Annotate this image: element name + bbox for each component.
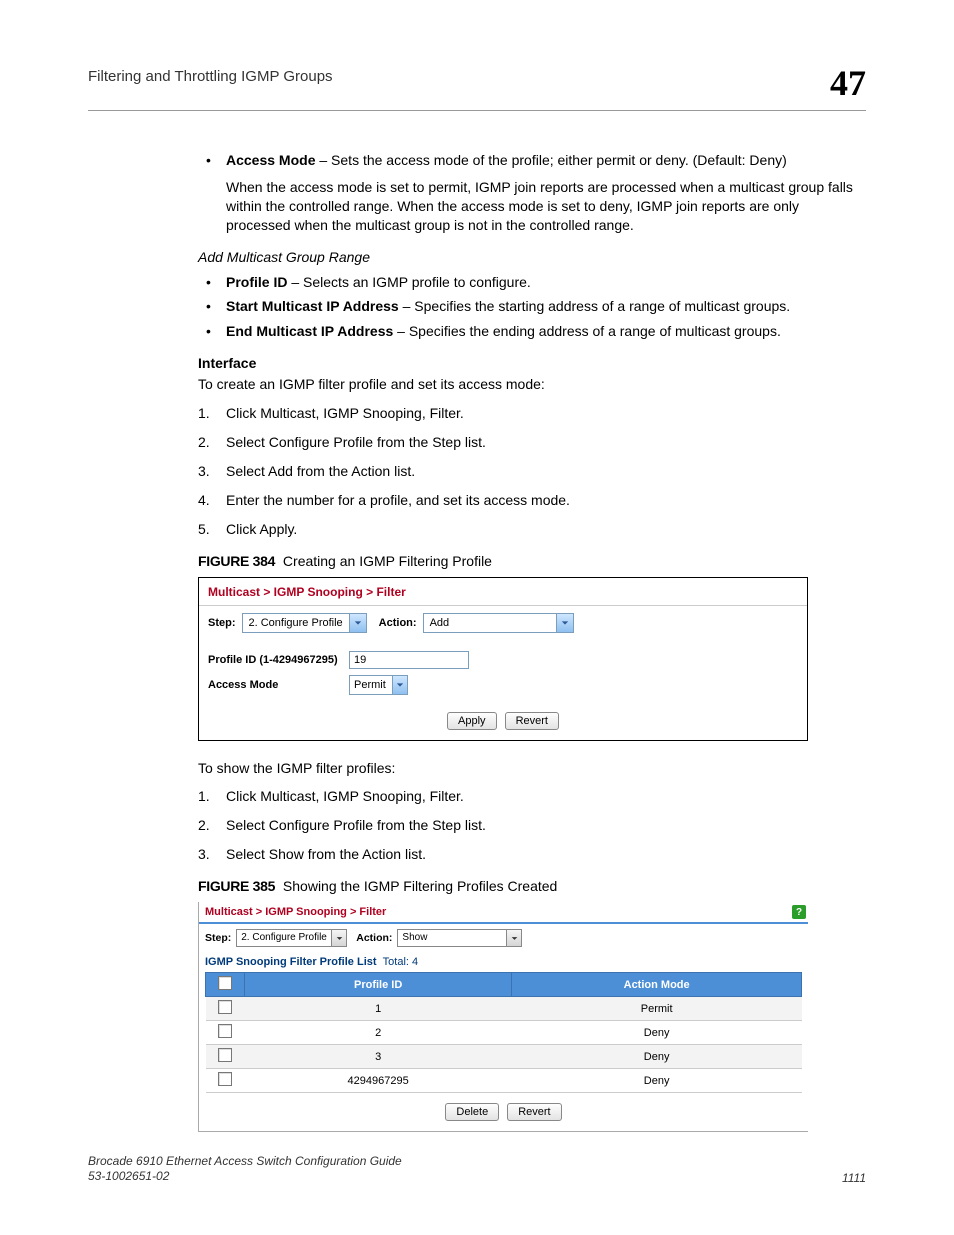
row-checkbox[interactable] — [218, 1072, 232, 1086]
figure-384-caption: FIGURE 384 Creating an IGMP Filtering Pr… — [198, 553, 866, 569]
step1-1: Click Multicast, IGMP Snooping, Filter. — [198, 404, 866, 423]
profile-id-desc: – Selects an IGMP profile to configure. — [287, 274, 530, 290]
start-ip-label: Start Multicast IP Address — [226, 298, 399, 314]
fig385-step-label: Step: — [205, 932, 231, 944]
row-checkbox[interactable] — [218, 1000, 232, 1014]
start-ip-desc: – Specifies the starting address of a ra… — [399, 298, 790, 314]
step2-2: Select Configure Profile from the Step l… — [198, 816, 866, 835]
fig384-action-label: Action: — [379, 617, 417, 629]
interface-heading: Interface — [198, 355, 866, 371]
cell-profile-id: 1 — [245, 997, 512, 1021]
chevron-down-icon — [506, 930, 521, 946]
access-mode-label: Access Mode — [226, 152, 315, 168]
header-title: Filtering and Throttling IGMP Groups — [88, 68, 333, 85]
cell-action-mode: Deny — [512, 1021, 802, 1045]
fig385-table: Profile ID Action Mode 1 Permit 2 Deny 3… — [205, 972, 802, 1093]
table-row: 1 Permit — [206, 997, 802, 1021]
row-checkbox[interactable] — [218, 1048, 232, 1062]
bullet-access-mode: Access Mode – Sets the access mode of th… — [198, 151, 866, 170]
fig385-step-value: 2. Configure Profile — [237, 930, 331, 946]
chapter-number: 47 — [830, 62, 866, 104]
cell-action-mode: Deny — [512, 1045, 802, 1069]
end-ip-desc: – Specifies the ending address of a rang… — [393, 323, 781, 339]
figure-385-caption: FIGURE 385 Showing the IGMP Filtering Pr… — [198, 878, 866, 894]
select-all-checkbox[interactable] — [218, 976, 232, 990]
cell-profile-id: 4294967295 — [245, 1069, 512, 1093]
chevron-down-icon — [392, 676, 407, 694]
figure-384-title: Creating an IGMP Filtering Profile — [283, 553, 492, 569]
figure-385-title: Showing the IGMP Filtering Profiles Crea… — [283, 878, 557, 894]
cell-action-mode: Permit — [512, 997, 802, 1021]
fig384-accessmode-value: Permit — [350, 676, 392, 694]
col-action-mode: Action Mode — [512, 973, 802, 997]
figure-385: Multicast > IGMP Snooping > Filter ? Ste… — [198, 902, 808, 1132]
step1-4: Enter the number for a profile, and set … — [198, 491, 866, 510]
fig384-breadcrumb: Multicast > IGMP Snooping > Filter — [199, 578, 807, 606]
fig384-accessmode-select[interactable]: Permit — [349, 675, 408, 695]
bullet-profile-id: Profile ID – Selects an IGMP profile to … — [198, 273, 866, 292]
fig384-profileid-input[interactable] — [349, 651, 469, 669]
footer-line1: Brocade 6910 Ethernet Access Switch Conf… — [88, 1154, 402, 1170]
page-number: 1111 — [842, 1171, 866, 1185]
access-mode-paragraph: When the access mode is set to permit, I… — [198, 178, 866, 235]
bullet-end-ip: End Multicast IP Address – Specifies the… — [198, 322, 866, 341]
access-mode-desc: – Sets the access mode of the profile; e… — [315, 152, 786, 168]
fig384-step-select[interactable]: 2. Configure Profile — [242, 613, 367, 633]
fig384-action-select[interactable]: Add — [423, 613, 574, 633]
end-ip-label: End Multicast IP Address — [226, 323, 393, 339]
fig384-accessmode-label: Access Mode — [208, 679, 343, 691]
fig385-total-value: 4 — [412, 956, 418, 968]
fig385-breadcrumb: Multicast > IGMP Snooping > Filter — [205, 902, 386, 922]
fig384-step-value: 2. Configure Profile — [243, 614, 349, 632]
page-footer: Brocade 6910 Ethernet Access Switch Conf… — [88, 1154, 866, 1185]
step1-5: Click Apply. — [198, 520, 866, 539]
profile-id-label: Profile ID — [226, 274, 287, 290]
figure-384-label: FIGURE 384 — [198, 553, 275, 569]
step1-3: Select Add from the Action list. — [198, 462, 866, 481]
help-icon[interactable]: ? — [792, 905, 806, 919]
revert-button[interactable]: Revert — [505, 712, 559, 730]
cell-action-mode: Deny — [512, 1069, 802, 1093]
chevron-down-icon — [331, 930, 346, 946]
bullet-start-ip: Start Multicast IP Address – Specifies t… — [198, 297, 866, 316]
show-profiles-lead: To show the IGMP filter profiles: — [198, 759, 866, 778]
figure-384: Multicast > IGMP Snooping > Filter Step:… — [198, 577, 808, 741]
fig385-step-select[interactable]: 2. Configure Profile — [236, 929, 347, 947]
fig385-action-select[interactable]: Show — [397, 929, 522, 947]
apply-button[interactable]: Apply — [447, 712, 497, 730]
figure-385-label: FIGURE 385 — [198, 878, 275, 894]
fig384-action-value: Add — [424, 614, 556, 632]
revert-button[interactable]: Revert — [507, 1103, 561, 1121]
cell-profile-id: 3 — [245, 1045, 512, 1069]
fig385-total-label: Total: — [383, 956, 409, 968]
col-profile-id: Profile ID — [245, 973, 512, 997]
row-checkbox[interactable] — [218, 1024, 232, 1038]
table-row: 2 Deny — [206, 1021, 802, 1045]
step1-2: Select Configure Profile from the Step l… — [198, 433, 866, 452]
cell-profile-id: 2 — [245, 1021, 512, 1045]
table-row: 3 Deny — [206, 1045, 802, 1069]
fig385-action-label: Action: — [356, 932, 392, 944]
fig384-step-label: Step: — [208, 617, 236, 629]
chevron-down-icon — [556, 614, 573, 632]
add-mgr-heading: Add Multicast Group Range — [198, 249, 866, 265]
fig385-list-title: IGMP Snooping Filter Profile List — [205, 956, 377, 968]
step2-1: Click Multicast, IGMP Snooping, Filter. — [198, 787, 866, 806]
fig385-action-value: Show — [398, 930, 506, 946]
chevron-down-icon — [349, 614, 366, 632]
step2-3: Select Show from the Action list. — [198, 845, 866, 864]
table-row: 4294967295 Deny — [206, 1069, 802, 1093]
delete-button[interactable]: Delete — [445, 1103, 499, 1121]
interface-lead: To create an IGMP filter profile and set… — [198, 375, 866, 394]
footer-line2: 53-1002651-02 — [88, 1169, 402, 1185]
fig385-list-heading: IGMP Snooping Filter Profile List Total:… — [199, 952, 808, 972]
fig384-profileid-label: Profile ID (1-4294967295) — [208, 654, 343, 666]
page-header: Filtering and Throttling IGMP Groups 47 — [88, 62, 866, 111]
